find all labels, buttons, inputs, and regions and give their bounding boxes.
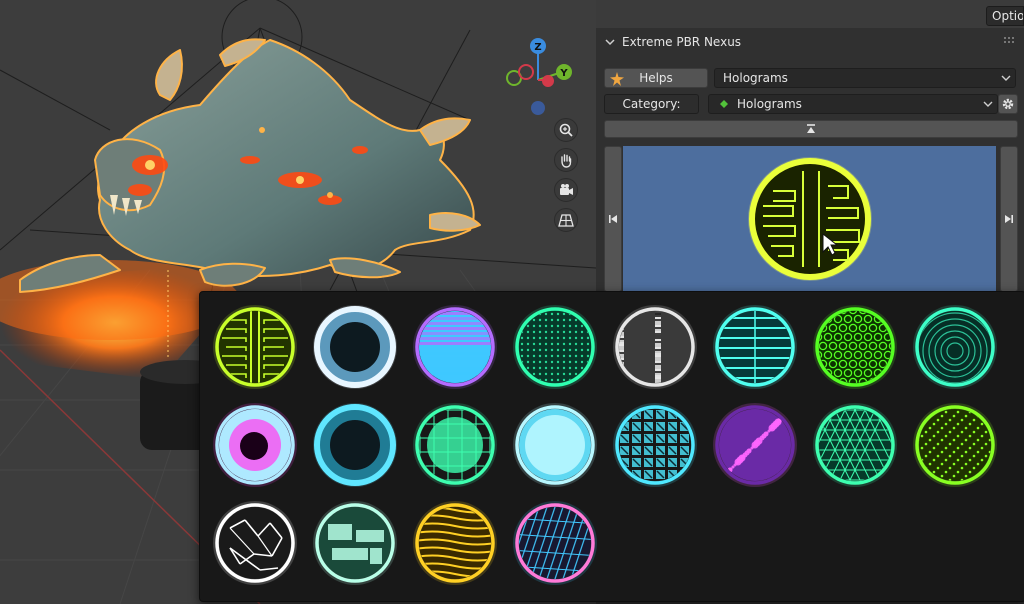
arrow-to-top-icon <box>807 124 815 133</box>
pan-hand-icon[interactable] <box>554 148 578 172</box>
thumbnail-stripes-purple-blue[interactable] <box>410 302 500 392</box>
help-sparkle-icon <box>610 72 624 86</box>
category-value: Holograms <box>737 97 802 111</box>
thumbnail-tech-blue-pink[interactable] <box>510 498 600 588</box>
preview-hologram-circuit <box>748 157 872 281</box>
axis-y-label: Y <box>559 68 568 79</box>
panel-title: Extreme PBR Nexus <box>622 35 742 49</box>
thumbnail-cracks-white[interactable] <box>210 498 300 588</box>
library-value: Holograms <box>723 71 788 85</box>
collapse-preview-button[interactable] <box>604 120 1018 138</box>
category-label-box: Category: <box>604 94 699 114</box>
thumbnail-crosses-cyan[interactable] <box>610 400 700 490</box>
thumbnail-blocks-mint[interactable] <box>310 498 400 588</box>
perspective-grid-icon[interactable] <box>554 208 578 232</box>
thumbnail-hex-green[interactable] <box>810 302 900 392</box>
thumbnail-sparkle-magenta[interactable] <box>710 400 800 490</box>
thumbnail-waves-gold[interactable] <box>410 498 500 588</box>
thumbnail-swirl-pink[interactable] <box>210 400 300 490</box>
gear-icon <box>1002 98 1014 110</box>
dropdown-arrow-icon <box>983 101 993 107</box>
settings-button[interactable] <box>998 94 1018 114</box>
thumbnail-grid-dots-green[interactable] <box>510 302 600 392</box>
thumbnail-net-green[interactable] <box>410 400 500 490</box>
helps-button[interactable]: Helps <box>604 68 708 88</box>
next-button[interactable] <box>1000 146 1018 292</box>
axis-z-label: Z <box>534 42 541 53</box>
thumbnail-circuit-yellow[interactable] <box>210 302 300 392</box>
thumbnail-map-white-noise[interactable] <box>610 302 700 392</box>
skip-next-icon <box>1005 215 1013 223</box>
thumbnail-ring-white[interactable] <box>310 302 400 392</box>
zoom-icon[interactable] <box>554 118 578 142</box>
library-dropdown[interactable]: Holograms <box>714 68 1016 88</box>
navigation-gizmo[interactable]: Z Y <box>498 34 578 118</box>
material-browser-popup <box>199 291 1024 602</box>
skip-previous-icon <box>609 215 617 223</box>
thumbnail-waves-teal[interactable] <box>910 302 1000 392</box>
options-button[interactable]: Options <box>986 6 1024 26</box>
chevron-down-icon <box>605 39 615 46</box>
category-diamond-icon <box>720 100 728 108</box>
thumbnail-ring-cyan[interactable] <box>310 400 400 490</box>
drag-grip-icon[interactable] <box>1004 37 1016 45</box>
material-preview[interactable] <box>623 146 996 292</box>
thumbnail-sphere-lime-dots[interactable] <box>910 400 1000 490</box>
thumbnail-triangles-green[interactable] <box>810 400 900 490</box>
previous-button[interactable] <box>604 146 622 292</box>
camera-view-icon[interactable] <box>554 178 578 202</box>
thumbnail-cloud-cyan[interactable] <box>510 400 600 490</box>
thumbnail-lines-cyan[interactable] <box>710 302 800 392</box>
panel-header[interactable]: Extreme PBR Nexus <box>596 28 1024 56</box>
category-label: Category: <box>622 97 681 111</box>
dropdown-arrow-icon <box>1001 75 1011 81</box>
category-dropdown[interactable]: Holograms <box>708 94 998 114</box>
